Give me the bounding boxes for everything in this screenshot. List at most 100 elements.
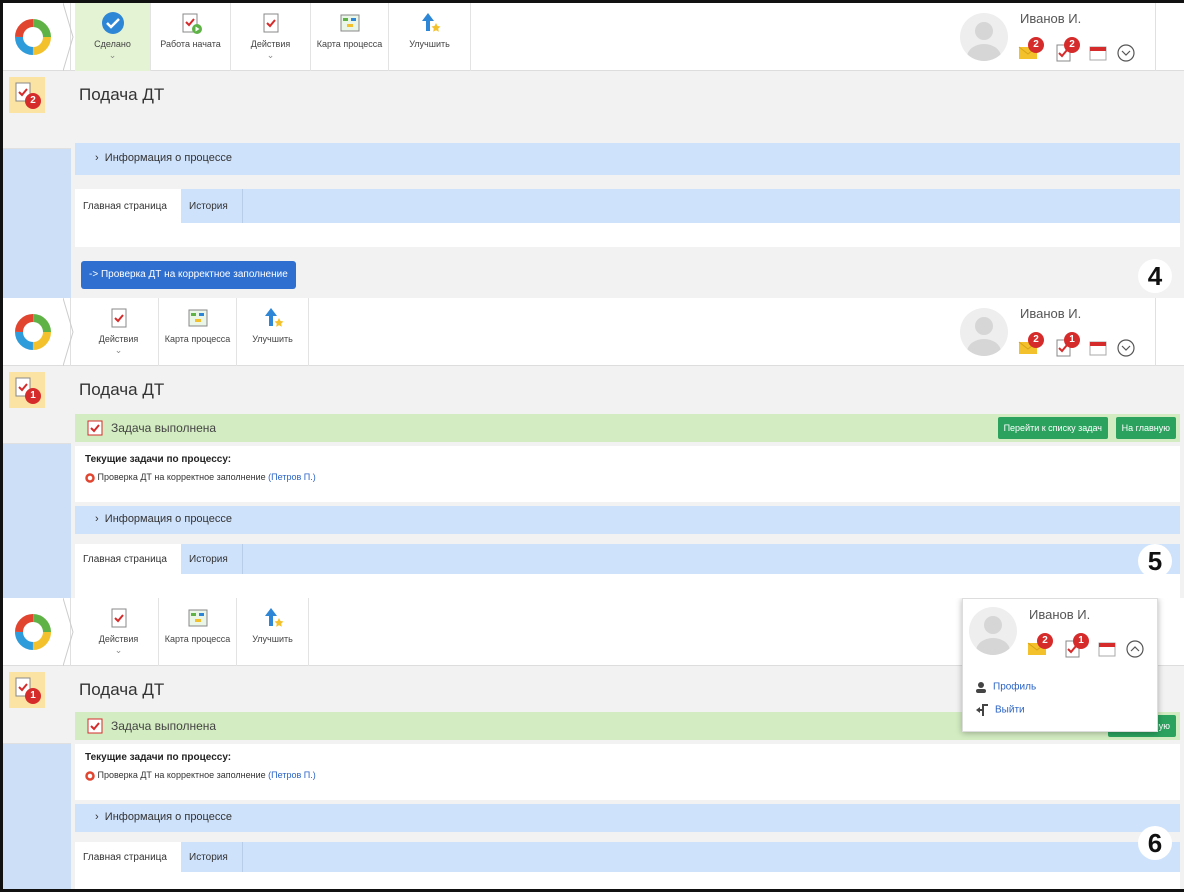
toolbar-process-map-label: Карта процесса <box>164 634 231 644</box>
rail-header: 1 <box>3 666 71 744</box>
menu-item-profile[interactable]: Профиль <box>975 681 1036 693</box>
check-circle-icon <box>101 12 124 34</box>
breadcrumb-chevron <box>63 598 74 666</box>
tab-panel: Главная страница История <box>75 189 1180 247</box>
screen-step-6: Действия ⌄ Карта процесса Улучшить 1 Под… <box>0 598 1184 892</box>
tab-history[interactable]: История <box>181 842 243 872</box>
current-task-item[interactable]: Проверка ДТ на корректное заполнение (Пе… <box>85 770 316 781</box>
calendar-icon[interactable] <box>1088 340 1108 356</box>
toolbar-actions-button[interactable]: Действия ⌄ <box>79 598 159 666</box>
current-tasks-section: Текущие задачи по процессу: Проверка ДТ … <box>75 744 1180 800</box>
task-check-icon <box>111 308 126 328</box>
app-logo[interactable] <box>3 298 71 366</box>
process-info-toggle[interactable]: › Информация о процессе <box>75 804 1180 832</box>
screen-step-5: Действия ⌄ Карта процесса Улучшить Ивано… <box>0 298 1184 598</box>
process-info-label: Информация о процессе <box>104 811 232 823</box>
left-rail: 1 <box>3 366 71 598</box>
top-toolbar: Действия ⌄ Карта процесса Улучшить Ивано… <box>3 298 1184 366</box>
avatar[interactable] <box>969 607 1017 655</box>
calendar-icon[interactable] <box>1088 45 1108 61</box>
toolbar-process-map-button[interactable]: Карта процесса <box>311 3 389 71</box>
process-info-label: Информация о процессе <box>104 152 232 164</box>
toolbar-improve-button[interactable]: Улучшить <box>389 3 471 71</box>
tab-panel: Главная страница История <box>75 544 1180 598</box>
user-silhouette-icon <box>976 616 1010 655</box>
chevron-down-icon[interactable] <box>1116 338 1136 358</box>
process-info-label: Информация о процессе <box>104 513 232 525</box>
user-name: Иванов И. <box>1020 11 1082 26</box>
toolbar-actions-button[interactable]: Действия ⌄ <box>231 3 311 71</box>
task-done-label: Задача выполнена <box>111 421 217 435</box>
improve-icon <box>264 608 283 627</box>
current-task-assignee-link[interactable]: (Петров П.) <box>268 472 316 482</box>
messages-badge: 2 <box>1028 37 1044 53</box>
toolbar-done-button[interactable]: Сделано ⌄ <box>75 3 151 71</box>
process-info-toggle[interactable]: › Информация о процессе <box>75 506 1180 534</box>
chevron-up-icon[interactable] <box>1125 639 1145 659</box>
logo-ring-icon <box>15 314 51 350</box>
task-check-icon <box>111 608 126 628</box>
chevron-down-icon: ⌄ <box>266 50 275 60</box>
goto-task-list-button[interactable]: Перейти к списку задач <box>997 417 1108 439</box>
user-notifications: 2 2 <box>1018 37 1148 63</box>
page-title: Подача ДТ <box>79 380 165 399</box>
tab-strip: Главная страница История <box>75 842 1180 872</box>
home-button[interactable]: На главную <box>1115 417 1176 439</box>
task-check-icon <box>87 718 103 734</box>
process-info-toggle[interactable]: › Информация о процессе <box>75 143 1180 175</box>
page-title: Подача ДТ <box>79 680 165 699</box>
logo-ring-icon <box>85 472 95 483</box>
toolbar-improve-button[interactable]: Улучшить <box>237 598 309 666</box>
chevron-right-icon: › <box>95 513 105 525</box>
tab-main-page[interactable]: Главная страница <box>75 189 181 223</box>
user-name: Иванов И. <box>1020 306 1082 321</box>
chevron-down-icon: ⌄ <box>114 345 123 355</box>
rail-header: 1 <box>3 366 71 444</box>
tab-history[interactable]: История <box>181 189 243 223</box>
tab-history[interactable]: История <box>181 544 243 574</box>
current-task-item[interactable]: Проверка ДТ на корректное заполнение (Пе… <box>85 472 316 483</box>
task-done-banner: Задача выполнена Перейти к списку задач … <box>75 414 1180 442</box>
tasks-badge: 1 <box>1064 332 1080 348</box>
chevron-down-icon: ⌄ <box>108 50 117 60</box>
current-task-name: Проверка ДТ на корректное заполнение <box>97 472 266 482</box>
app-logo[interactable] <box>3 598 71 666</box>
logo-ring-icon <box>15 19 51 55</box>
left-rail: 2 <box>3 71 71 298</box>
main-content: Подача ДТ Задача выполнена Перейти к спи… <box>71 366 1184 598</box>
toolbar-process-map-button[interactable]: Карта процесса <box>159 298 237 366</box>
current-task-assignee-link[interactable]: (Петров П.) <box>268 770 316 780</box>
avatar[interactable] <box>960 308 1008 356</box>
current-tasks-section: Текущие задачи по процессу: Проверка ДТ … <box>75 446 1180 502</box>
avatar[interactable] <box>960 13 1008 61</box>
tab-main-page[interactable]: Главная страница <box>75 842 181 872</box>
task-check-icon <box>87 420 103 436</box>
rail-tasks-tile[interactable]: 1 <box>9 672 45 708</box>
task-start-icon <box>182 13 202 34</box>
toolbar-actions-label: Действия <box>98 334 139 344</box>
tab-main-page[interactable]: Главная страница <box>75 544 181 574</box>
app-logo[interactable] <box>3 3 71 71</box>
toolbar-work-started-button[interactable]: Работа начата <box>151 3 231 71</box>
calendar-icon[interactable] <box>1097 641 1117 657</box>
user-name: Иванов И. <box>1029 607 1091 622</box>
chevron-down-icon[interactable] <box>1116 43 1136 63</box>
toolbar-process-map-button[interactable]: Карта процесса <box>159 598 237 666</box>
rail-tasks-tile[interactable]: 2 <box>9 77 45 113</box>
logout-icon <box>976 704 988 716</box>
toolbar-process-map-label: Карта процесса <box>164 334 231 344</box>
rail-tasks-tile[interactable]: 1 <box>9 372 45 408</box>
rail-tasks-badge: 1 <box>25 688 41 704</box>
user-panel: Иванов И. 2 1 <box>954 298 1144 366</box>
improve-icon <box>421 13 440 32</box>
user-panel: Иванов И. 2 2 <box>954 3 1144 71</box>
toolbar-improve-button[interactable]: Улучшить <box>237 298 309 366</box>
toolbar-improve-label: Улучшить <box>409 39 450 49</box>
user-notifications: 2 1 <box>1027 633 1157 659</box>
logo-ring-icon <box>15 614 51 650</box>
improve-icon <box>264 308 283 327</box>
toolbar-actions-button[interactable]: Действия ⌄ <box>79 298 159 366</box>
breadcrumb-chevron <box>63 298 74 366</box>
menu-item-logout[interactable]: Выйти <box>975 703 1025 717</box>
next-step-button[interactable]: -> Проверка ДТ на корректное заполнение <box>81 261 296 289</box>
